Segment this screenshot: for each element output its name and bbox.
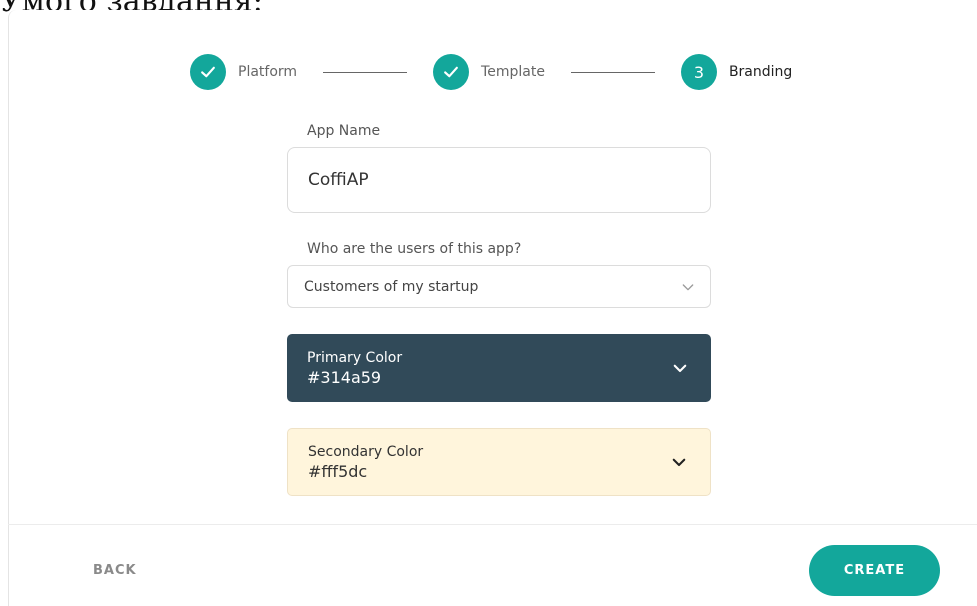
chevron-down-icon (680, 279, 696, 295)
step-number: 3 (693, 62, 705, 82)
step-label: Template (481, 64, 545, 80)
primary-color-value: #314a59 (307, 367, 382, 387)
secondary-color-label: Secondary Color (308, 443, 424, 460)
check-icon (201, 66, 215, 78)
secondary-color-value: #fff5dc (308, 461, 368, 481)
create-button[interactable]: CREATE (809, 545, 940, 596)
back-button[interactable]: BACK (93, 563, 137, 578)
secondary-color-picker[interactable]: Secondary Color #fff5dc (287, 428, 711, 496)
step-connector (570, 71, 655, 73)
step-template[interactable]: Template (433, 54, 545, 90)
step-completed-indicator (190, 54, 226, 90)
step-number-indicator: 3 (680, 54, 717, 90)
users-label: Who are the users of this app? (307, 241, 522, 257)
step-label: Platform (238, 64, 298, 80)
footer-divider (8, 524, 977, 525)
app-name-label: App Name (307, 123, 381, 139)
wizard-card (8, 10, 977, 606)
step-platform[interactable]: Platform (190, 54, 297, 90)
app-name-input[interactable] (287, 147, 711, 213)
primary-color-label: Primary Color (307, 349, 403, 366)
secondary-color-text: Secondary Color #fff5dc (308, 444, 423, 481)
users-select-value: Customers of my startup (304, 278, 479, 295)
users-select[interactable]: Customers of my startup (287, 265, 711, 308)
step-completed-indicator (433, 54, 470, 90)
stepper: Platform Template 3 Branding (190, 54, 792, 90)
step-connector (323, 71, 408, 73)
primary-color-picker[interactable]: Primary Color #314a59 (287, 334, 711, 402)
step-branding[interactable]: 3 Branding (680, 54, 793, 90)
chevron-down-icon (671, 359, 689, 377)
primary-color-text: Primary Color #314a59 (307, 350, 402, 387)
chevron-down-icon (670, 453, 688, 471)
step-label: Branding (728, 64, 793, 80)
check-icon (444, 66, 458, 78)
